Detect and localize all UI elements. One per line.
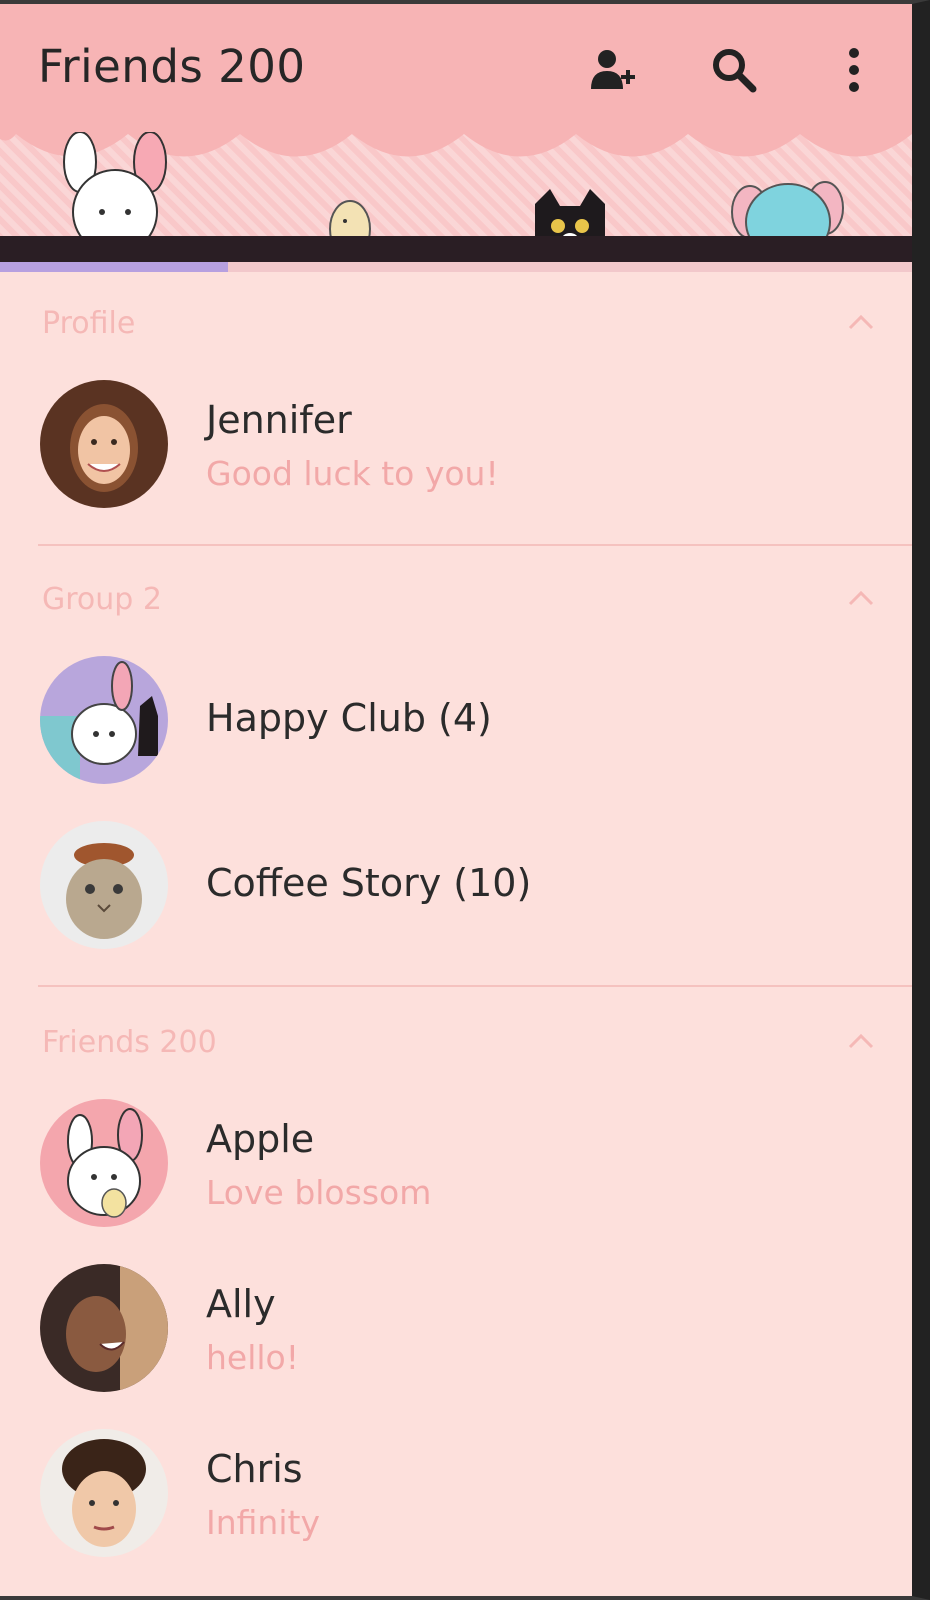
section-header-groups[interactable]: Group 2	[0, 546, 912, 648]
friend-status-message: Love blossom	[206, 1173, 432, 1212]
friend-status-message: Infinity	[206, 1503, 320, 1542]
list-item[interactable]: Happy Club (4)	[0, 648, 912, 813]
friend-status-message: Good luck to you!	[206, 454, 499, 493]
friend-name: Jennifer	[206, 398, 352, 442]
friend-name: Ally	[206, 1282, 276, 1326]
add-friend-button[interactable]	[584, 42, 640, 98]
section-title: Group 2	[42, 582, 162, 617]
tab-progress-track	[228, 262, 912, 272]
add-friend-icon	[591, 50, 635, 89]
avatar	[40, 1429, 168, 1557]
friend-name: Chris	[206, 1447, 303, 1491]
list-item[interactable]: Apple Love blossom	[0, 1091, 912, 1256]
group-name: Coffee Story (10)	[206, 861, 532, 905]
friends-list: Profile Jennifer Good luck to you! Group…	[0, 272, 912, 1586]
section-header-friends[interactable]: Friends 200	[0, 987, 912, 1091]
tab-progress-indicator	[0, 262, 228, 272]
list-item[interactable]: Chris Infinity	[0, 1421, 912, 1586]
chevron-up-icon[interactable]	[846, 310, 876, 334]
section-header-profile[interactable]: Profile	[0, 272, 912, 372]
list-item[interactable]: Jennifer Good luck to you!	[0, 372, 912, 544]
app-frame: Friends 200 Profile Jennifer Good luck t…	[0, 0, 930, 1600]
avatar	[40, 821, 168, 949]
avatar	[40, 656, 168, 784]
chevron-up-icon[interactable]	[846, 586, 876, 610]
more-options-button[interactable]	[826, 42, 882, 98]
group-photo	[40, 656, 168, 784]
friend-status-message: hello!	[206, 1338, 299, 1377]
avatar	[40, 380, 168, 508]
lace-trim	[0, 236, 912, 264]
avatar	[40, 1264, 168, 1392]
page-title: Friends 200	[38, 40, 306, 93]
avatar	[40, 1099, 168, 1227]
friend-photo	[40, 1264, 168, 1392]
list-item[interactable]: Coffee Story (10)	[0, 813, 912, 985]
list-item[interactable]: Ally hello!	[0, 1256, 912, 1421]
search-icon	[713, 49, 757, 93]
group-photo	[40, 821, 168, 949]
section-title: Profile	[42, 306, 136, 341]
header-banner: Friends 200	[0, 4, 912, 272]
friend-photo	[40, 1099, 168, 1227]
search-button[interactable]	[706, 42, 762, 98]
more-options-icon	[849, 48, 859, 92]
friend-name: Apple	[206, 1117, 315, 1161]
section-title: Friends 200	[42, 1025, 217, 1060]
chevron-up-icon[interactable]	[846, 1029, 876, 1053]
group-name: Happy Club (4)	[206, 696, 492, 740]
profile-photo	[40, 380, 168, 508]
friend-photo	[40, 1429, 168, 1557]
